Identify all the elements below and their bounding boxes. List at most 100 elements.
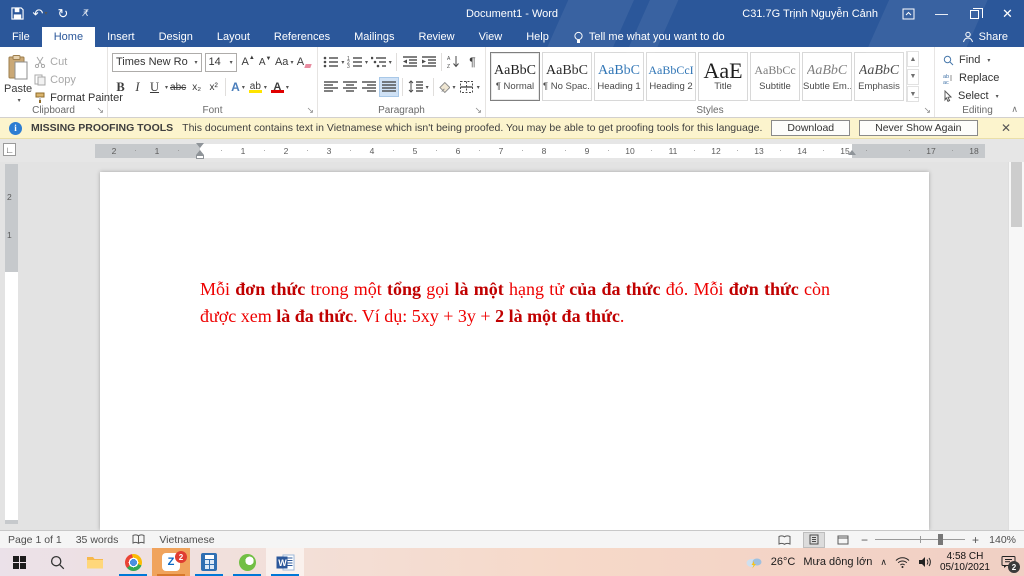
decrease-indent-icon[interactable] xyxy=(400,52,419,72)
collapse-ribbon-icon[interactable]: ∧ xyxy=(1011,104,1018,115)
tab-review[interactable]: Review xyxy=(407,27,467,47)
tab-insert[interactable]: Insert xyxy=(95,27,147,47)
account-name[interactable]: C31.7G Trịnh Nguyễn Cảnh xyxy=(742,8,878,20)
wifi-icon[interactable] xyxy=(895,556,910,568)
undo-icon[interactable]: ↶ ▾ xyxy=(30,3,50,25)
calculator-button[interactable] xyxy=(190,548,228,576)
zoom-level[interactable]: 140% xyxy=(986,534,1016,546)
shrink-font-button[interactable]: A ▼ xyxy=(257,52,274,72)
close-button[interactable]: ✕ xyxy=(991,0,1024,27)
underline-button[interactable]: U xyxy=(146,77,163,97)
scrollbar-thumb[interactable] xyxy=(1011,157,1022,227)
web-layout-icon[interactable] xyxy=(832,532,854,548)
style-card-heading-2[interactable]: AaBbCcI Heading 2 xyxy=(646,52,696,101)
grow-font-button[interactable]: A ▲ xyxy=(240,52,257,72)
gallery-up-icon[interactable]: ▲ xyxy=(907,51,919,67)
document-page[interactable]: Mỗi đơn thức trong một tổng gọi là một h… xyxy=(100,172,929,530)
italic-button[interactable]: I xyxy=(129,77,146,97)
print-layout-icon[interactable] xyxy=(802,531,825,548)
tell-me-box[interactable]: Tell me what you want to do xyxy=(561,27,737,47)
superscript-button[interactable]: x² xyxy=(205,77,222,97)
tab-mailings[interactable]: Mailings xyxy=(342,27,406,47)
weather-description[interactable]: Mưa dông lớn xyxy=(803,556,872,568)
bold-button[interactable]: B xyxy=(112,77,129,97)
taskbar-search-button[interactable] xyxy=(38,548,76,576)
document-text[interactable]: Mỗi đơn thức trong một tổng gọi là một h… xyxy=(200,276,830,330)
customize-quick-access-icon[interactable]: ₹̸ xyxy=(76,3,96,25)
weather-icon[interactable] xyxy=(745,555,763,569)
file-explorer-button[interactable] xyxy=(76,548,114,576)
numbering-icon[interactable]: 1 2 3 ▾ xyxy=(346,52,370,72)
vertical-ruler[interactable]: 21 xyxy=(5,164,18,524)
tab-view[interactable]: View xyxy=(467,27,515,47)
chrome-button[interactable] xyxy=(114,548,152,576)
gallery-down-icon[interactable]: ▼ xyxy=(907,68,919,85)
ribbon-display-options-icon[interactable] xyxy=(892,0,925,27)
font-color-button[interactable]: A ▾ xyxy=(269,77,291,97)
tab-layout[interactable]: Layout xyxy=(205,27,262,47)
tab-file[interactable]: File xyxy=(0,27,42,47)
gallery-more-icon[interactable]: ▼̲ xyxy=(907,86,919,102)
zoom-slider-thumb[interactable] xyxy=(937,534,943,545)
font-size-combo[interactable]: 14 ▾ xyxy=(204,52,237,72)
read-mode-icon[interactable] xyxy=(774,532,796,548)
action-center-button[interactable]: 2 xyxy=(998,552,1020,573)
change-case-button[interactable]: Aa ▾ xyxy=(274,52,295,72)
horizontal-ruler[interactable]: 2 1 1 2 3 4 5 6 7 8 9 10 11 12 13 14 15 17 18 · · · · · · · · · · · · ·… xyxy=(95,143,985,159)
font-dialog-launcher-icon[interactable]: ↘ xyxy=(306,106,314,115)
word-taskbar-button[interactable]: W xyxy=(266,548,304,576)
subscript-button[interactable]: x₂ xyxy=(188,77,205,97)
strikethrough-button[interactable]: abc xyxy=(168,77,188,97)
tab-selector[interactable]: ∟ xyxy=(3,143,16,156)
align-left-icon[interactable] xyxy=(322,77,341,97)
first-line-indent-marker[interactable] xyxy=(196,143,204,148)
find-button[interactable]: Find ▾ xyxy=(939,51,1016,69)
page-indicator[interactable]: Page 1 of 1 xyxy=(8,534,62,546)
word-count[interactable]: 35 words xyxy=(76,534,119,546)
left-indent-marker[interactable] xyxy=(196,155,204,159)
tab-help[interactable]: Help xyxy=(514,27,561,47)
language-indicator[interactable]: Vietnamese xyxy=(159,534,214,546)
save-icon[interactable] xyxy=(7,3,27,25)
increase-indent-icon[interactable] xyxy=(419,52,438,72)
select-button[interactable]: Select ▾ xyxy=(939,87,1016,105)
volume-icon[interactable] xyxy=(918,556,932,568)
style-card-heading-1[interactable]: AaBbC Heading 1 xyxy=(594,52,644,101)
style-card-subtitle[interactable]: AaBbCc Subtitle xyxy=(750,52,800,101)
coccoc-browser-button[interactable] xyxy=(228,548,266,576)
multilevel-list-icon[interactable]: ▾ xyxy=(369,52,393,72)
tab-design[interactable]: Design xyxy=(147,27,205,47)
tab-references[interactable]: References xyxy=(262,27,342,47)
minimize-button[interactable]: — xyxy=(925,0,958,27)
paragraph-dialog-launcher-icon[interactable]: ↘ xyxy=(474,106,482,115)
never-show-again-button[interactable]: Never Show Again xyxy=(859,120,978,136)
download-button[interactable]: Download xyxy=(771,120,851,136)
align-center-icon[interactable] xyxy=(341,77,360,97)
justify-icon[interactable] xyxy=(378,77,400,97)
show-hide-pilcrow-button[interactable]: ¶ xyxy=(464,52,481,72)
zoom-in-button[interactable]: + xyxy=(972,533,979,547)
tray-expand-icon[interactable]: ∧ xyxy=(880,557,887,568)
warning-close-icon[interactable]: ✕ xyxy=(997,121,1015,135)
document-area[interactable]: 21 Mỗi đơn thức trong một tổng gọi là mộ… xyxy=(0,139,1024,530)
zoom-out-button[interactable]: − xyxy=(861,533,868,547)
sort-icon[interactable]: AZ xyxy=(445,52,464,72)
share-button[interactable]: Share xyxy=(946,27,1024,47)
replace-button[interactable]: ab ac Replace xyxy=(939,69,1016,87)
borders-icon[interactable]: ▾ xyxy=(458,77,482,97)
clear-formatting-button[interactable]: A xyxy=(295,52,313,72)
style-card-title[interactable]: AaE Title xyxy=(698,52,748,101)
clipboard-dialog-launcher-icon[interactable]: ↘ xyxy=(96,106,104,115)
style-card-emphasis[interactable]: AaBbC Emphasis xyxy=(854,52,904,101)
zoom-slider[interactable] xyxy=(874,534,965,545)
start-button[interactable] xyxy=(0,548,38,576)
text-effects-button[interactable]: A ▾ xyxy=(229,77,247,97)
paste-button[interactable]: Paste ▾ xyxy=(4,51,32,107)
style-card-subtle-em-[interactable]: AaBbC Subtle Em... xyxy=(802,52,852,101)
restore-button[interactable] xyxy=(958,0,991,27)
style-card--normal[interactable]: AaBbC ¶ Normal xyxy=(490,52,540,101)
weather-temp[interactable]: 26°C xyxy=(771,556,796,568)
clock[interactable]: 4:58 CH 05/10/2021 xyxy=(940,551,990,573)
align-right-icon[interactable] xyxy=(360,77,379,97)
tab-home[interactable]: Home xyxy=(41,27,96,47)
